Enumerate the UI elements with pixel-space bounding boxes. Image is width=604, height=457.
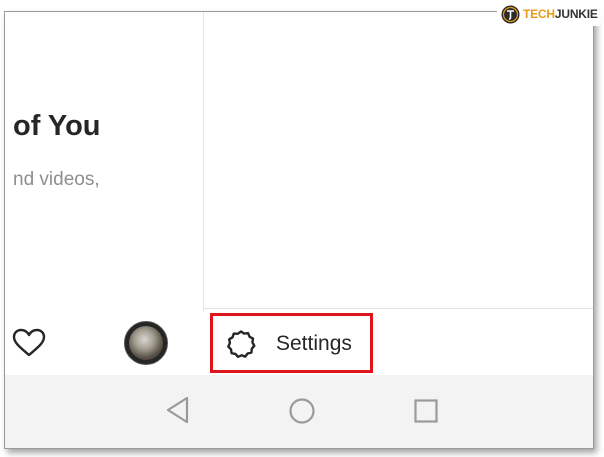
content-pane: of You nd videos,: [5, 12, 204, 312]
home-circle-icon[interactable]: [288, 397, 316, 425]
avatar[interactable]: [124, 321, 168, 365]
settings-label: Settings: [276, 332, 352, 355]
watermark-tech: TECH: [523, 7, 555, 21]
recents-square-icon[interactable]: [413, 398, 439, 424]
back-triangle-icon[interactable]: [165, 395, 191, 425]
drawer-panel: [204, 12, 593, 309]
bottom-navigation: [5, 312, 203, 374]
page-subtitle: nd videos,: [13, 169, 100, 190]
techjunkie-watermark: TECHJUNKIE: [497, 3, 601, 26]
settings-menu-item[interactable]: Settings: [210, 313, 373, 373]
watermark-junkie: JUNKIE: [554, 7, 598, 21]
page-title: of You: [13, 110, 101, 142]
gear-icon: [227, 330, 256, 358]
watermark-text: TECHJUNKIE: [523, 7, 598, 21]
techjunkie-logo-icon: [501, 5, 520, 24]
heart-icon[interactable]: [12, 328, 46, 358]
app-screen: of You nd videos, Settings: [4, 11, 594, 449]
system-navigation-bar: [5, 375, 593, 448]
avatar-photo: [129, 326, 163, 360]
